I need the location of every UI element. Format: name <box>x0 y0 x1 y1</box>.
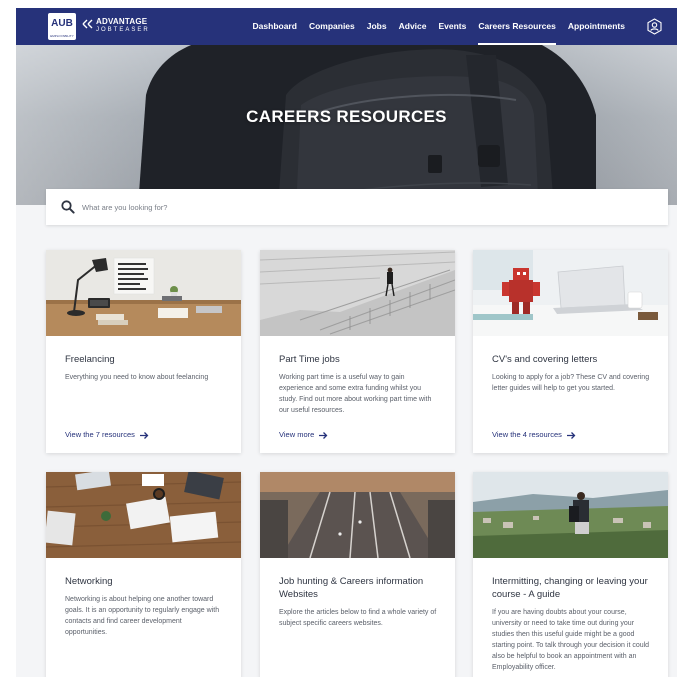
card-title: Part Time jobs <box>279 354 340 365</box>
nav-link-appointments[interactable]: Appointments <box>562 8 631 45</box>
card-image-desk <box>46 250 241 336</box>
card-title: CV's and covering letters <box>492 354 598 365</box>
nav-link-careers-resources[interactable]: Careers Resources <box>472 8 562 45</box>
page-title: CAREERS RESOURCES <box>246 107 447 126</box>
nav-links: Dashboard Companies Jobs Advice Events C… <box>247 8 631 45</box>
search-icon[interactable] <box>61 200 75 214</box>
link-label: View the 4 resources <box>492 430 562 439</box>
card-description: If you are having doubts about your cour… <box>492 609 650 671</box>
card-image-robot <box>473 250 668 336</box>
arrows-icon <box>82 19 93 29</box>
resource-card-freelancing[interactable]: Freelancing Everything you need to know … <box>46 250 241 453</box>
card-image-escalators <box>260 472 455 558</box>
brand-name: ADVANTAGE <box>96 17 148 26</box>
card-image-stairs <box>260 250 455 336</box>
view-resources-link[interactable]: View the 7 resources <box>65 430 149 439</box>
arrow-right-icon <box>319 431 328 439</box>
nav-link-advice[interactable]: Advice <box>393 8 433 45</box>
page-frame: AUB EMPLOYABILITY ADVANTAGE JOBTEASER Da… <box>16 8 677 677</box>
card-image-hiker <box>473 472 668 558</box>
resource-card-intermitting[interactable]: Intermitting, changing or leaving your c… <box>473 472 668 677</box>
card-description: Explore the articles below to find a who… <box>279 609 437 627</box>
view-resources-link[interactable]: View the 4 resources <box>492 430 576 439</box>
resource-card-cvs[interactable]: CV's and covering letters Looking to app… <box>473 250 668 453</box>
logo-sub: EMPLOYABILITY <box>50 34 74 38</box>
card-description: Everything you need to know about feelan… <box>65 374 209 381</box>
logo-text: AUB <box>51 18 73 29</box>
brand-sub: JOBTEASER <box>96 27 150 33</box>
hero-banner: CAREERS RESOURCES <box>16 45 677 205</box>
arrow-right-icon <box>567 431 576 439</box>
card-image-meeting <box>46 472 241 558</box>
card-title: Freelancing <box>65 354 115 365</box>
card-title: Intermitting, changing or leaving your c… <box>492 576 648 600</box>
arrow-right-icon <box>140 431 149 439</box>
top-navigation: AUB EMPLOYABILITY ADVANTAGE JOBTEASER Da… <box>16 8 677 45</box>
nav-link-dashboard[interactable]: Dashboard <box>247 8 303 45</box>
resource-card-networking[interactable]: Networking Networking is about helping o… <box>46 472 241 677</box>
resource-card-job-hunting[interactable]: Job hunting & Careers information Websit… <box>260 472 455 677</box>
nav-link-events[interactable]: Events <box>432 8 472 45</box>
card-title: Job hunting & Careers information Websit… <box>279 576 424 600</box>
card-description: Networking is about helping one another … <box>65 596 220 636</box>
user-circle-icon[interactable] <box>646 18 663 35</box>
aub-logo[interactable]: AUB EMPLOYABILITY <box>48 13 76 40</box>
nav-link-companies[interactable]: Companies <box>303 8 361 45</box>
view-more-link[interactable]: View more <box>279 430 328 439</box>
link-label: View the 7 resources <box>65 430 135 439</box>
search-input[interactable] <box>82 197 652 217</box>
card-title: Networking <box>65 576 113 587</box>
nav-link-jobs[interactable]: Jobs <box>361 8 393 45</box>
link-label: View more <box>279 430 315 439</box>
search-bar <box>46 189 668 225</box>
resource-card-part-time-jobs[interactable]: Part Time jobs Working part time is a us… <box>260 250 455 453</box>
card-description: Looking to apply for a job? These CV and… <box>492 374 650 392</box>
card-description: Working part time is a useful way to gai… <box>279 374 432 414</box>
